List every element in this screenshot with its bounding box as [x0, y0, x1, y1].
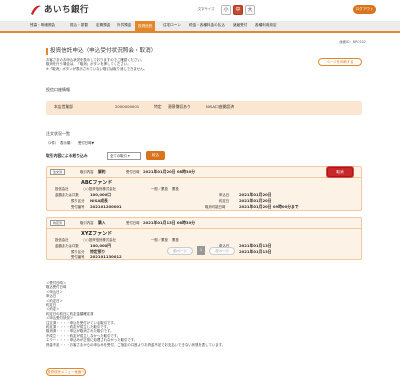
nav-item-balance[interactable]: 残高・明細照会: [30, 23, 55, 27]
description-line: ※「取消」ボタンが表示されていない取引は取り消しできません。: [46, 66, 147, 71]
nav-item-investment-trust[interactable]: 投資信託: [135, 21, 156, 31]
received-label: 受付日時: [126, 170, 140, 174]
receipt-no-label: 受付番号: [71, 205, 85, 209]
page-description: お客さまのお申込状況を表示しておりますのでご確認ください。 取消を行う場合は、「…: [46, 58, 306, 71]
status-badge: 約定済: [50, 220, 66, 226]
received-value: 2021年01月13日 08時30分: [143, 220, 196, 225]
trade-value: 購入: [98, 220, 106, 225]
orders-count: （2件）: [46, 141, 59, 145]
page-title: 投資信託申込（申込受付状況照会・取消）: [46, 48, 156, 55]
nav-item-fx-deposit[interactable]: 外貨預金: [117, 23, 131, 27]
status-badge: 注文済: [50, 169, 66, 175]
font-size-large-button[interactable]: 大: [245, 5, 255, 15]
class-value: 累投: [172, 187, 179, 191]
bank-logo-text: あいち銀行: [44, 5, 90, 15]
sort-value[interactable]: 受付日時▼: [78, 141, 94, 145]
account-branch: 本店営業部: [54, 104, 73, 109]
bank-logo-icon: [31, 5, 41, 15]
orders-section-title: 注文状況一覧: [46, 131, 70, 136]
nav-item-time-deposit[interactable]: 定期預金: [96, 23, 110, 27]
legend: ＜受付日時＞ 取込受付日時 ＜申込日＞ 申込日 ＜約定日＞ 約定日 ＜約定＞ 約…: [46, 281, 346, 347]
account-number: 2000000001: [115, 104, 140, 109]
next-page-button[interactable]: 次ページ: [209, 247, 235, 255]
trade-value: 解約: [98, 169, 106, 174]
amount-label: 金額または口数: [55, 193, 79, 197]
screen-id: 画面ID：BPO102: [339, 40, 366, 44]
manager-label: 投信会社: [55, 187, 69, 191]
cancel-deadline-label: 取消可能日時: [205, 205, 226, 209]
back-to-menu-button[interactable]: 投資信託メニュー画面へ: [46, 368, 86, 376]
account-type-label: 預り区分: [71, 199, 85, 203]
cancel-deadline-value: 2021年01月20日 09時00分まで: [239, 204, 299, 209]
filter-label: 取引内容による絞り込み: [46, 153, 88, 158]
class-label: 一般／累投: [151, 187, 168, 191]
receipt-no-label: 受付番号: [71, 255, 85, 259]
nav-item-notifications[interactable]: 諸届受付: [233, 23, 247, 27]
class-value: 累投: [172, 238, 179, 242]
filter-button[interactable]: 絞込: [146, 151, 165, 160]
fund-name: ABCファンド: [81, 180, 113, 186]
sort-label: 表示順：: [60, 141, 74, 145]
receipt-no-value: 202101130012: [90, 254, 122, 259]
trade-label: 取引内容: [80, 170, 94, 174]
logout-button[interactable]: ログアウト: [353, 5, 376, 14]
account-withholding: 源泉徴収あり: [168, 104, 191, 109]
filter-select[interactable]: 全ての取引 ▾: [107, 152, 141, 160]
order-card-header: 約定済 取引内容 購入 受付日時 2021年01月13日 08時30分: [47, 218, 361, 229]
account-type: 特定: [154, 104, 162, 109]
header: あいち銀行 文字サイズ 小 中 大 ログアウト: [0, 0, 400, 19]
manager-label: 投信会社: [55, 238, 69, 242]
legend-line: 資金不足・・・お客さまからの申込みを受付、ご指定の口座よりお資金不足でお支払いで…: [46, 342, 226, 347]
font-size-small-button[interactable]: 小: [221, 5, 231, 15]
current-page[interactable]: 1: [197, 246, 205, 255]
account-info-box: 本店営業部 2000000001 特定 源泉徴収あり NISA口座開設済: [46, 101, 362, 115]
account-nisa: NISA口座開設済: [206, 104, 235, 109]
manager-value: ○○投資信託株式会社: [83, 238, 117, 242]
order-card-header: 注文済 取引内容 解約 受付日時 2021年01月20日 08時30分 取消: [47, 167, 361, 178]
nav-item-tax-payment[interactable]: 税金・各種料金の払込: [189, 23, 225, 27]
fund-name: XYZファンド: [81, 231, 113, 237]
print-page-button[interactable]: ページを印刷する: [318, 58, 362, 66]
font-size-medium-button[interactable]: 中: [233, 5, 243, 15]
received-value: 2021年01月20日 08時30分: [143, 169, 196, 174]
main-nav: 残高・明細照会 振込・振替 定期預金 外貨預金 投資信託 住宅ローン 税金・各種…: [0, 21, 400, 33]
received-label: 受付日時: [126, 221, 140, 225]
cancel-button[interactable]: 取消: [327, 167, 353, 177]
contract-date-label: 約定日: [219, 199, 230, 203]
amount-label: 金額または口数: [55, 244, 79, 248]
account-section-title: 投信口座情報: [46, 87, 70, 92]
manager-value: ○○投資信託株式会社: [83, 187, 117, 191]
contract-date-value: 2021年01月13日: [239, 249, 272, 254]
order-card: 注文済 取引内容 解約 受付日時 2021年01月20日 08時30分 取消 A…: [46, 166, 362, 211]
apply-date-label: 申込日: [219, 193, 230, 197]
nav-item-housing-loan[interactable]: 住宅ローン: [163, 23, 181, 27]
class-label: 一般／累投: [151, 238, 168, 242]
filter-select-value: 全ての取引: [110, 154, 127, 158]
account-type-label: 預り区分: [71, 250, 85, 254]
nav-item-settings[interactable]: 各種利用設定: [255, 23, 277, 27]
prev-page-button[interactable]: 前ページ: [167, 247, 193, 255]
trade-label: 取引内容: [80, 221, 94, 225]
receipt-no-value: 202101200001: [90, 204, 122, 209]
nav-item-transfer[interactable]: 振込・振替: [70, 23, 88, 27]
font-size-label: 文字サイズ: [198, 7, 215, 11]
